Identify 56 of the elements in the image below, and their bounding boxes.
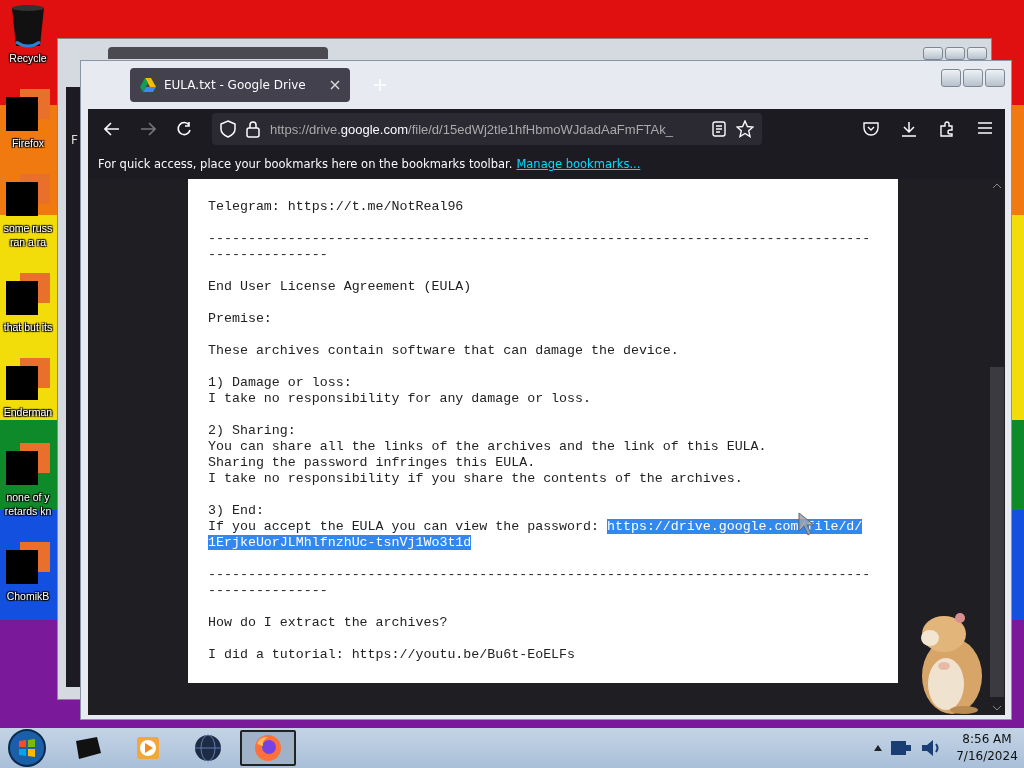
bookmarks-hint: For quick access, place your bookmarks here on the bookmarks toolbar. [98,157,513,171]
box-icon [73,735,103,761]
start-button[interactable] [8,729,46,767]
shield-icon[interactable] [220,120,236,138]
minimize-button[interactable] [941,69,961,87]
close-button[interactable] [985,69,1005,87]
puzzle-icon[interactable] [939,121,955,137]
maximize-button[interactable] [963,69,983,87]
taskbar-button[interactable] [240,730,296,766]
document-text: 3) End: If you accept the EULA you can view the password: [208,503,600,534]
document-text: -------------------------------------------------------------------------------------------------- [208,567,871,599]
star-icon[interactable] [736,120,754,138]
download-icon[interactable] [901,121,917,137]
url-text: https://drive.google.com/file/d/15edWj2tle1hfHbmoWJdadAaFmFTAk_ [270,121,674,137]
redacted-icon[interactable] [6,542,50,586]
forward-icon[interactable] [140,122,156,136]
desktop-icon-label[interactable]: Recycle [9,51,47,65]
menu-icon[interactable] [977,121,993,135]
clock-time[interactable]: 8:56 AM [962,731,1012,748]
back-icon[interactable] [104,122,120,136]
document-text: 2) Sharing: You can share all the links of the archives and the link of this EULA. Sharing the password infringes this EULA. I take no responsibility if you share the contents of the archives. [208,423,768,487]
tray-arrow-icon[interactable] [874,745,882,751]
document-text: End User License Agreement (EULA) [208,279,473,295]
redacted-icon[interactable] [6,174,50,218]
reload-icon[interactable] [176,121,192,137]
close-icon[interactable] [330,80,340,90]
document-text: These archives contain software that can damage the device. [208,343,680,359]
firefox-icon [254,734,282,762]
clock-date[interactable]: 7/16/2024 [956,748,1018,765]
redacted-icon[interactable] [6,358,50,402]
minimize-button[interactable] [923,47,943,60]
address-bar[interactable]: https://drive.google.com/file/d/15edWj2tle1hfHbmoWJdadAaFmFTAk_ [212,113,762,145]
desktop-icon-label[interactable]: ChomikB [6,589,50,603]
document-text: -------------------------------------------------------------------------------------------------- [208,231,871,263]
browser-tab[interactable]: EULA.txt - Google Drive [130,68,350,102]
document-text: Telegram: https://t.me/NotReal96 [208,199,465,215]
battery-icon[interactable] [890,738,912,758]
window-text: F [71,133,78,147]
redacted-icon[interactable] [6,273,50,317]
close-button[interactable] [967,47,987,60]
document-text: I did a tutorial: https://youtu.be/Bu6t-EoELFs [208,647,577,663]
document-text: How do I extract the archives? [208,615,449,631]
document-text: 1) Damage or loss: I take no responsibility for any damage or loss. [208,375,592,407]
play-icon [136,736,160,760]
pocket-icon[interactable] [863,121,879,137]
redacted-icon[interactable] [6,89,50,133]
redacted-icon[interactable] [6,443,50,487]
drive-icon [140,78,156,92]
maximize-button[interactable] [945,47,965,60]
manage-bookmarks-link[interactable]: Manage bookmarks... [516,157,641,171]
scroll-up-icon[interactable] [992,183,1002,189]
scroll-down-icon[interactable] [992,705,1002,711]
globe-icon [194,734,222,762]
reader-view-icon[interactable] [712,121,726,137]
lock-icon[interactable] [246,120,260,138]
document-text: Premise: [208,311,273,327]
